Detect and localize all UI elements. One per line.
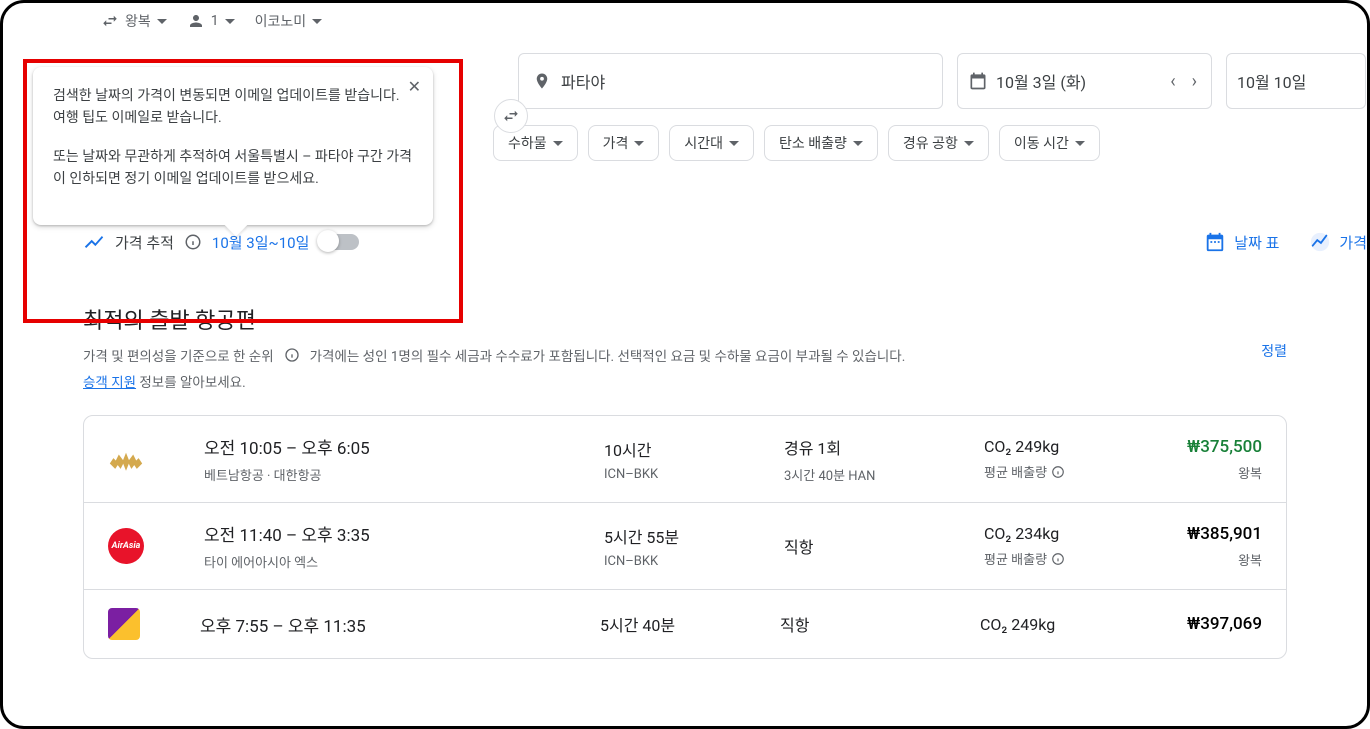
cabin-selector[interactable]: 이코노미: [255, 11, 323, 31]
flight-list: 오전 10:05 – 오후 6:05 베트남항공 · 대한항공 10시간 ICN…: [83, 415, 1287, 659]
chevron-down-icon: [312, 19, 322, 24]
results-header: 최적의 출발 항공편 가격 및 편의성을 기준으로 한 순위 가격에는 성인 1…: [83, 303, 1287, 391]
filter-row: 수하물 가격 시간대 탄소 배출량 경유 공항 이동 시간: [493, 125, 1287, 161]
results-sub-a: 가격 및 편의성을 기준으로 한 순위: [83, 345, 274, 365]
chevron-down-icon: [553, 141, 563, 146]
flight-duration: 10시간: [604, 437, 774, 461]
filter-duration[interactable]: 이동 시간: [999, 125, 1100, 161]
info-icon[interactable]: [1051, 552, 1065, 566]
sort-button[interactable]: 정렬: [1261, 341, 1287, 361]
return-date-input[interactable]: 10월 10일: [1226, 53, 1366, 109]
results-title: 최적의 출발 항공편: [83, 303, 1287, 335]
flight-row[interactable]: 오전 10:05 – 오후 6:05 베트남항공 · 대한항공 10시간 ICN…: [84, 416, 1286, 503]
destination-text: 파타야: [561, 69, 605, 93]
flight-stops: 직항: [784, 534, 974, 558]
chevron-down-icon: [157, 19, 167, 24]
calendar-grid-icon: [1204, 231, 1226, 253]
airline-logo-vn: [108, 441, 144, 477]
info-icon[interactable]: [184, 233, 202, 251]
flight-stops: 경유 1회: [784, 435, 974, 459]
flight-co2: CO₂ 249kg: [984, 437, 1154, 456]
swap-locations-button[interactable]: [494, 99, 528, 133]
tooltip-text-2: 또는 날짜와 무관하게 추적하여 서울특별시 – 파타야 구간 가격이 인하되면…: [53, 146, 413, 191]
price-track-tooltip: ✕ 검색한 날짜의 가격이 변동되면 이메일 업데이트를 받습니다. 여행 팁도…: [33, 67, 433, 225]
filter-price[interactable]: 가격: [588, 125, 660, 161]
flight-duration: 5시간 40분: [600, 612, 770, 636]
price-track-toggle[interactable]: [319, 234, 359, 250]
flight-layover: 3시간 40분 HAN: [784, 465, 974, 484]
flight-type: 왕복: [1164, 463, 1262, 482]
next-date-button[interactable]: ›: [1188, 71, 1201, 92]
flight-time: 오전 10:05 – 오후 6:05: [204, 434, 594, 459]
chevron-down-icon: [1075, 141, 1085, 146]
chevron-down-icon: [964, 141, 974, 146]
airline-logo-nok: [108, 608, 140, 640]
chart-icon: [1309, 231, 1331, 253]
chevron-down-icon: [634, 141, 644, 146]
flight-row[interactable]: 오후 7:55 – 오후 11:35 5시간 40분 직항 CO₂ 249kg …: [84, 590, 1286, 658]
flight-avg: 평균 배출량: [984, 462, 1047, 481]
depart-date-text: 10월 3일 (화): [996, 69, 1086, 93]
person-icon: [187, 12, 205, 30]
swap-icon: [502, 107, 520, 125]
price-graph-link[interactable]: 가격: [1309, 231, 1367, 253]
flight-route: ICN–BKK: [604, 554, 774, 569]
close-tooltip-button[interactable]: ✕: [408, 77, 421, 97]
trip-type-selector[interactable]: 왕복: [101, 11, 167, 31]
date-grid-link[interactable]: 날짜 표: [1204, 231, 1279, 253]
track-dates-text: 10월 3일~10일: [212, 232, 309, 253]
flight-time: 오전 11:40 – 오후 3:35: [204, 521, 594, 546]
passengers-label: 1: [211, 13, 219, 29]
filter-emissions[interactable]: 탄소 배출량: [764, 125, 878, 161]
tooltip-text-1: 검색한 날짜의 가격이 변동되면 이메일 업데이트를 받습니다. 여행 팁도 이…: [53, 85, 413, 130]
flight-price: ₩375,500: [1164, 437, 1262, 457]
results-sub-b: 가격에는 성인 1명의 필수 세금과 수수료가 포함됩니다. 선택적인 요금 및…: [310, 345, 906, 365]
destination-input[interactable]: 파타야: [518, 53, 943, 109]
flight-co2: CO₂ 249kg: [980, 615, 1150, 634]
prev-date-button[interactable]: ‹: [1166, 71, 1179, 92]
chevron-down-icon: [729, 141, 739, 146]
flight-price: ₩385,901: [1164, 524, 1262, 544]
chevron-down-icon: [853, 141, 863, 146]
filter-airports[interactable]: 경유 공항: [888, 125, 989, 161]
place-icon: [533, 72, 551, 90]
flight-price: ₩397,069: [1160, 614, 1262, 634]
cabin-label: 이코노미: [255, 11, 307, 31]
price-track-row: 가격 추적 10월 3일~10일 날짜 표 가격: [83, 231, 1287, 253]
flight-type: 왕복: [1164, 550, 1262, 569]
passenger-assist-link[interactable]: 승객 지원: [83, 375, 136, 391]
flight-duration: 5시간 55분: [604, 524, 774, 548]
flight-stops: 직항: [780, 612, 970, 636]
flight-co2: CO₂ 234kg: [984, 524, 1154, 543]
flight-airline: 베트남항공 · 대한항공: [204, 465, 594, 484]
info-icon[interactable]: [284, 347, 300, 363]
flight-airline: 타이 에어아시아 엑스: [204, 552, 594, 571]
trip-settings: 왕복 1 이코노미: [83, 3, 1287, 35]
depart-date-input[interactable]: 10월 3일 (화) ‹ ›: [957, 53, 1212, 109]
trip-type-label: 왕복: [125, 11, 151, 31]
info-icon[interactable]: [1051, 465, 1065, 479]
flight-row[interactable]: AirAsia 오전 11:40 – 오후 3:35 타이 에어아시아 엑스 5…: [84, 503, 1286, 590]
airline-logo-airasia: AirAsia: [108, 528, 144, 564]
chevron-down-icon: [225, 19, 235, 24]
calendar-icon: [968, 71, 988, 91]
swap-horiz-icon: [101, 12, 119, 30]
assist-text: 정보를 알아보세요.: [136, 375, 246, 391]
trending-icon: [83, 231, 105, 253]
passengers-selector[interactable]: 1: [187, 12, 235, 30]
price-track-label: 가격 추적: [115, 232, 174, 253]
flight-route: ICN–BKK: [604, 467, 774, 482]
filter-times[interactable]: 시간대: [669, 125, 754, 161]
return-date-text: 10월 10일: [1237, 69, 1306, 93]
flight-time: 오후 7:55 – 오후 11:35: [200, 612, 590, 637]
flight-avg: 평균 배출량: [984, 549, 1047, 568]
